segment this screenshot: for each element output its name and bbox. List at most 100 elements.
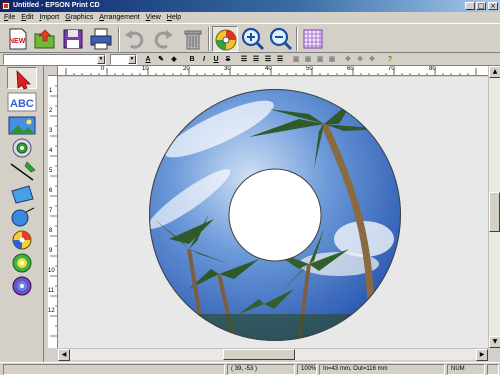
save-button[interactable] bbox=[60, 26, 86, 52]
select-tool[interactable] bbox=[7, 67, 37, 90]
disc-print-tool-1[interactable] bbox=[7, 252, 37, 274]
group-icon[interactable]: ✥ bbox=[343, 54, 353, 65]
font-size-combo[interactable]: ▼ bbox=[110, 54, 137, 65]
redo-icon bbox=[154, 30, 173, 49]
disc-print-tool-2[interactable] bbox=[7, 275, 37, 297]
disc-layout-icon bbox=[215, 29, 237, 51]
strikethrough-button[interactable]: S bbox=[223, 54, 233, 65]
chevron-down-icon[interactable]: ▼ bbox=[128, 55, 136, 64]
trash-can-icon bbox=[184, 30, 202, 50]
image-tool[interactable] bbox=[7, 114, 37, 136]
cursor-coordinates: ( 39, -53 ) bbox=[227, 364, 295, 375]
vertical-scroll-thumb[interactable] bbox=[489, 192, 500, 232]
grid-button[interactable] bbox=[300, 26, 326, 52]
ungroup-icon[interactable]: ✥ bbox=[355, 54, 365, 65]
menu-file[interactable]: File bbox=[4, 13, 15, 23]
horizontal-ruler[interactable]: 0 10 20 30 40 50 60 70 80 bbox=[58, 66, 488, 76]
print-button[interactable] bbox=[88, 26, 114, 52]
app-icon bbox=[2, 2, 10, 10]
help-pointer-icon[interactable]: ? bbox=[385, 54, 395, 65]
menu-edit[interactable]: Edit bbox=[21, 13, 33, 23]
undo-button[interactable] bbox=[122, 26, 148, 52]
zoom-level: 100% bbox=[297, 364, 317, 375]
ruler-label: 60 bbox=[347, 66, 354, 72]
circular-text-tool[interactable] bbox=[7, 229, 37, 251]
zoom-out-button[interactable] bbox=[268, 26, 294, 52]
align-right-icon[interactable]: ☰ bbox=[263, 54, 273, 65]
ruler-label: 50 bbox=[306, 66, 313, 72]
new-document-icon: NEW bbox=[9, 28, 27, 50]
align-left-icon[interactable]: ☰ bbox=[239, 54, 249, 65]
line-color-icon[interactable]: ✎ bbox=[156, 54, 166, 65]
disc-size-info: In=43 mm, Out=116 mm bbox=[319, 364, 445, 375]
zoom-in-button[interactable] bbox=[240, 26, 266, 52]
ruler-label: 70 bbox=[388, 66, 395, 72]
align-objects-icon[interactable]: ✥ bbox=[367, 54, 377, 65]
menu-import[interactable]: Import bbox=[39, 13, 59, 23]
main-toolbar: NEW bbox=[0, 23, 500, 53]
align-center-icon[interactable]: ☰ bbox=[251, 54, 261, 65]
bring-front-icon[interactable]: ▣ bbox=[291, 54, 301, 65]
cd-label-design[interactable] bbox=[149, 89, 401, 341]
ellipse-tool[interactable] bbox=[7, 206, 37, 228]
num-lock-indicator: NUM bbox=[447, 364, 485, 375]
vertical-scrollbar[interactable]: ▲ ▼ bbox=[488, 66, 500, 348]
redo-button[interactable] bbox=[150, 26, 176, 52]
menu-view[interactable]: View bbox=[146, 13, 161, 23]
horizontal-scrollbar[interactable]: ◀ ▶ bbox=[58, 348, 488, 361]
fill-color-icon[interactable]: ◈ bbox=[169, 54, 179, 65]
menu-help[interactable]: Help bbox=[167, 13, 181, 23]
rectangle-tool[interactable] bbox=[7, 183, 37, 205]
new-document-button[interactable]: NEW bbox=[5, 26, 31, 52]
arrow-pointer-icon bbox=[16, 69, 31, 90]
ruler-label: 0 bbox=[101, 66, 105, 72]
resize-grip[interactable] bbox=[487, 364, 499, 375]
font-name-combo[interactable]: ▼ bbox=[3, 54, 106, 65]
zoom-out-icon bbox=[269, 27, 293, 51]
ruler-label: 8 bbox=[49, 228, 53, 234]
delete-button[interactable] bbox=[180, 26, 206, 52]
scroll-left-icon[interactable]: ◀ bbox=[58, 349, 70, 361]
text-color-button[interactable]: A bbox=[143, 54, 153, 65]
ruler-label: 2 bbox=[49, 108, 53, 114]
undo-icon bbox=[125, 30, 144, 49]
chevron-down-icon[interactable]: ▼ bbox=[97, 55, 105, 64]
italic-button[interactable]: I bbox=[199, 54, 209, 65]
bold-button[interactable]: B bbox=[187, 54, 197, 65]
rectangle-icon bbox=[11, 185, 34, 204]
underline-button[interactable]: U bbox=[211, 54, 221, 65]
design-canvas[interactable] bbox=[58, 77, 488, 348]
send-back-icon[interactable]: ▣ bbox=[303, 54, 313, 65]
disc-layout-button[interactable] bbox=[212, 26, 238, 52]
open-background-button[interactable] bbox=[32, 26, 58, 52]
horizontal-scroll-thumb[interactable] bbox=[223, 349, 295, 360]
text-tool[interactable]: ABC bbox=[7, 91, 37, 113]
format-toolbar: ▼ ▼ A ✎ ◈ B I U S ☰ ☰ ☰ ☰ ▣ ▣ ▣ ▣ ✥ ✥ ✥ … bbox=[0, 53, 500, 66]
justify-icon[interactable]: ☰ bbox=[275, 54, 285, 65]
purple-disc-icon bbox=[12, 276, 32, 296]
zoom-in-icon bbox=[241, 27, 265, 51]
maximize-button[interactable]: □ bbox=[476, 2, 486, 10]
menu-arrangement[interactable]: Arrangement bbox=[99, 13, 139, 23]
ruler-label: 6 bbox=[49, 188, 53, 194]
vertical-ruler[interactable]: 1 2 3 4 5 6 7 8 9 10 11 12 bbox=[48, 76, 58, 348]
line-tool[interactable] bbox=[7, 160, 37, 182]
scroll-right-icon[interactable]: ▶ bbox=[476, 349, 488, 361]
disc-text-tool[interactable] bbox=[7, 137, 37, 159]
text-abc-icon: ABC bbox=[7, 92, 37, 112]
ellipse-icon bbox=[11, 207, 35, 227]
send-backward-icon[interactable]: ▣ bbox=[327, 54, 337, 65]
close-button[interactable]: × bbox=[488, 2, 498, 10]
bring-forward-icon[interactable]: ▣ bbox=[315, 54, 325, 65]
scroll-up-icon[interactable]: ▲ bbox=[489, 66, 500, 78]
ruler-label: 20 bbox=[183, 66, 190, 72]
ruler-label: 10 bbox=[142, 66, 149, 72]
title-bar: Untitled - EPSON Print CD _ □ × bbox=[0, 0, 500, 12]
picture-icon bbox=[8, 116, 36, 135]
ruler-label: 80 bbox=[429, 66, 436, 72]
menu-bar: File Edit Import Graphics Arrangement Vi… bbox=[0, 12, 500, 23]
window-title: Untitled - EPSON Print CD bbox=[13, 2, 100, 9]
menu-graphics[interactable]: Graphics bbox=[65, 13, 93, 23]
scroll-down-icon[interactable]: ▼ bbox=[489, 336, 500, 348]
minimize-button[interactable]: _ bbox=[465, 2, 475, 10]
